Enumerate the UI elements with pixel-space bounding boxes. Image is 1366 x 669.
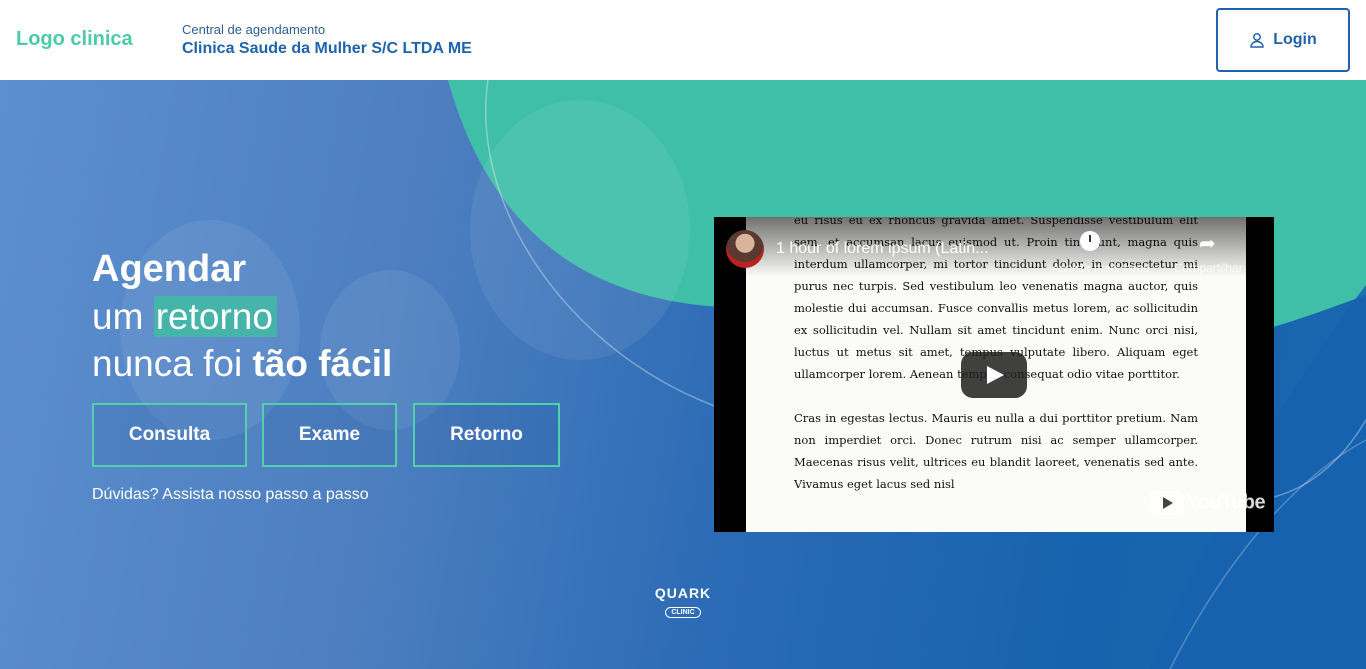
headline-bold: tão fácil xyxy=(252,343,393,384)
share-label: Compartilhar xyxy=(1174,261,1243,275)
headline-line-1: Agendar xyxy=(92,248,247,290)
user-icon xyxy=(1250,33,1264,48)
clinic-name: Clinica Saude da Mulher S/C LTDA ME xyxy=(182,40,472,57)
hero-headline: Agendar um retorno nunca foi tão fácil xyxy=(92,245,392,387)
headline-highlight: retorno xyxy=(153,296,277,337)
watch-later-label: Assistir mais tarde xyxy=(1052,261,1151,275)
login-label: Login xyxy=(1273,31,1317,48)
quark-clinic-logo[interactable]: QUARK CLINIC xyxy=(650,585,716,629)
clinic-logo[interactable]: Logo clinica xyxy=(16,28,133,51)
play-button[interactable] xyxy=(961,352,1027,398)
login-button[interactable]: Login xyxy=(1216,8,1350,72)
header: Logo clinica Central de agendamento Clin… xyxy=(0,0,1366,80)
help-link[interactable]: Dúvidas? Assista nosso passo a passo xyxy=(92,486,369,504)
youtube-play-icon xyxy=(1150,491,1184,515)
channel-avatar[interactable] xyxy=(726,230,764,268)
headline-word-nunca: nunca foi xyxy=(92,343,243,384)
video-player[interactable]: eu risus eu ex rhoncus gravida amet. Sus… xyxy=(714,217,1274,532)
scheduling-center-label: Central de agendamento xyxy=(182,22,326,37)
background-person-3 xyxy=(470,100,690,360)
headline-word-um: um xyxy=(92,296,144,337)
headline-line-3: nunca foi tão fácil xyxy=(92,340,392,387)
video-paragraph-2: Cras in egestas lectus. Mauris eu nulla … xyxy=(794,411,1198,491)
consulta-button[interactable]: Consulta xyxy=(92,403,247,467)
exame-button[interactable]: Exame xyxy=(262,403,397,467)
youtube-wordmark: YouTube xyxy=(1186,491,1266,514)
hero-section: Agendar um retorno nunca foi tão fácil C… xyxy=(0,80,1366,669)
quark-logo-sub: CLINIC xyxy=(665,607,701,618)
headline-line-2: um retorno xyxy=(92,293,392,340)
retorno-button[interactable]: Retorno xyxy=(413,403,560,467)
share-icon[interactable]: ➦ xyxy=(1199,231,1216,256)
clock-icon[interactable] xyxy=(1080,231,1100,251)
youtube-logo[interactable]: YouTube xyxy=(1150,491,1266,515)
quark-logo-main: QUARK xyxy=(654,585,712,601)
video-title[interactable]: 1 hour of lorem ipsum (Latin... xyxy=(776,240,989,258)
